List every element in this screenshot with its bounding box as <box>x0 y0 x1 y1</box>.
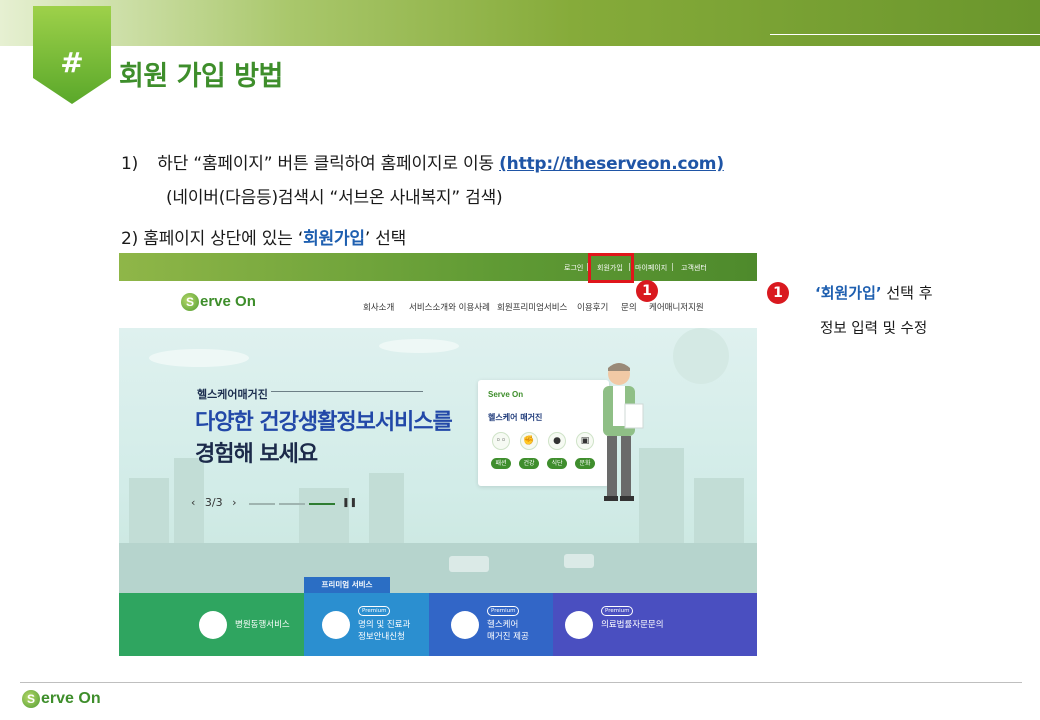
premium-badge: Premium <box>601 606 634 616</box>
instruction-line-2: (네이버(다음등)검색시 “서브온 사내복지” 검색) <box>166 188 503 208</box>
apple-icon: ● <box>548 432 566 450</box>
instruction-line-3: 2) 홈페이지 상단에 있는 ‘회원가입’ 선택 <box>121 224 406 249</box>
signup-highlight-box <box>588 253 634 283</box>
instruction-text: ’ 선택 <box>364 229 407 249</box>
divider <box>672 263 673 271</box>
service-label: 명의 및 진료과 <box>358 620 411 630</box>
premium-badge: Premium <box>358 606 391 616</box>
logo-mark-icon: S <box>181 293 199 312</box>
magazine-icon <box>451 611 479 639</box>
nav-item-inquiry[interactable]: 문의 <box>621 301 637 313</box>
step-marker: 1 <box>636 280 658 302</box>
card-logo: Serve On <box>488 390 524 399</box>
nav-item-premium[interactable]: 회원프리미엄서비스 <box>497 301 567 313</box>
note-emphasis: 회원가입 <box>820 284 876 302</box>
step-number: 2) <box>121 229 139 249</box>
instruction-line-1: 1) 하단 “홈페이지” 버튼 클릭하여 홈페이지로 이동 (http://th… <box>121 149 724 174</box>
service-label: 정보안내신청 <box>358 632 405 642</box>
slide-counter: 3/3 <box>204 496 223 509</box>
service-tile-legal[interactable]: Premium 의료법률자문문의 <box>553 593 757 656</box>
site-mypage-link[interactable]: 마이페이지 <box>635 263 667 273</box>
slide-indicator[interactable] <box>279 503 305 505</box>
glasses-icon: ◦◦ <box>492 432 510 450</box>
slide-indicator-active[interactable] <box>309 503 335 505</box>
header-rule <box>770 34 1040 35</box>
premium-badge: Premium <box>487 606 520 616</box>
page-title: 회원 가입 방법 <box>119 61 283 92</box>
instruction-text: 홈페이지 상단에 있는 ‘ <box>143 229 304 249</box>
service-label: 헬스케어 <box>487 620 519 630</box>
service-tile-doctor[interactable]: Premium 명의 및 진료과 정보안내신청 <box>304 593 429 656</box>
stethoscope-icon <box>322 611 350 639</box>
prev-icon[interactable]: ‹ <box>191 496 195 509</box>
slide-indicator[interactable] <box>249 503 275 505</box>
hero-banner: 헬스케어매거진 다양한 건강생활정보서비스를 경험해 보세요 ‹ 3/3 › ❚… <box>119 328 757 593</box>
service-tile-magazine[interactable]: Premium 헬스케어 매거진 제공 <box>429 593 553 656</box>
premium-tab: 프리미엄 서비스 <box>304 577 390 593</box>
signup-emphasis: 회원가입 <box>303 229 365 249</box>
nav-item-company[interactable]: 회사소개 <box>363 301 394 313</box>
card-title: 헬스케어 매거진 <box>488 413 543 422</box>
logo-mark-icon: S <box>22 690 40 708</box>
nav-item-care-manager[interactable]: 케어매니저지원 <box>649 301 704 313</box>
note-line-1: ‘회원가입’ 선택 후 <box>815 282 933 303</box>
service-label: 병원동행서비스 <box>235 620 290 630</box>
footer-rule <box>20 682 1022 683</box>
site-nav: Serve On 회사소개 서비스소개와 이용사례 회원프리미엄서비스 이용후기… <box>119 281 757 328</box>
hero-headline-2: 경험해 보세요 <box>195 442 318 467</box>
tag-fashion: 패션 <box>491 458 511 469</box>
site-login-link[interactable]: 로그인 <box>564 263 583 273</box>
hero-subtitle: 헬스케어매거진 <box>197 388 268 401</box>
next-icon[interactable]: › <box>232 496 236 509</box>
service-label: 매거진 제공 <box>487 632 529 642</box>
instruction-text: 하단 “홈페이지” 버튼 클릭하여 홈페이지로 이동 <box>157 154 494 174</box>
note-line-2: 정보 입력 및 수정 <box>820 321 928 337</box>
service-tile-hospital[interactable]: 병원동행서비스 <box>119 593 304 656</box>
step-marker: 1 <box>767 282 789 304</box>
muscle-icon: ✊ <box>520 432 538 450</box>
tag-diet: 식단 <box>547 458 567 469</box>
homepage-link[interactable]: (http://theserveon.com) <box>499 154 724 174</box>
logo-text: erve On <box>200 293 256 310</box>
tag-health: 건강 <box>519 458 539 469</box>
service-label: 의료법률자문문의 <box>601 620 664 630</box>
hero-subtitle-rule <box>271 391 423 392</box>
step-number: 1) <box>121 154 139 174</box>
footer-logo: Serve On <box>22 690 101 708</box>
header-band <box>0 0 1040 46</box>
pause-icon[interactable]: ❚❚ <box>342 498 357 508</box>
hash-badge-label: # <box>60 46 84 79</box>
site-support-link[interactable]: 고객센터 <box>681 263 707 273</box>
nav-item-reviews[interactable]: 이용후기 <box>577 301 608 313</box>
logo-text: erve On <box>41 690 101 708</box>
people-icon <box>199 611 227 639</box>
note-text: 선택 후 <box>881 284 933 302</box>
website-screenshot: 로그인 회원가입 마이페이지 고객센터 Serve On 회사소개 서비스소개와… <box>119 253 757 656</box>
nav-item-services[interactable]: 서비스소개와 이용사례 <box>409 301 490 313</box>
folder-icon <box>565 611 593 639</box>
hero-pager: ‹ 3/3 › <box>191 496 237 509</box>
person-illustration-icon <box>603 363 644 501</box>
site-top-bar: 로그인 회원가입 마이페이지 고객센터 <box>119 253 757 281</box>
site-logo[interactable]: Serve On <box>181 293 256 312</box>
hero-headline-1: 다양한 건강생활정보서비스를 <box>195 410 453 435</box>
